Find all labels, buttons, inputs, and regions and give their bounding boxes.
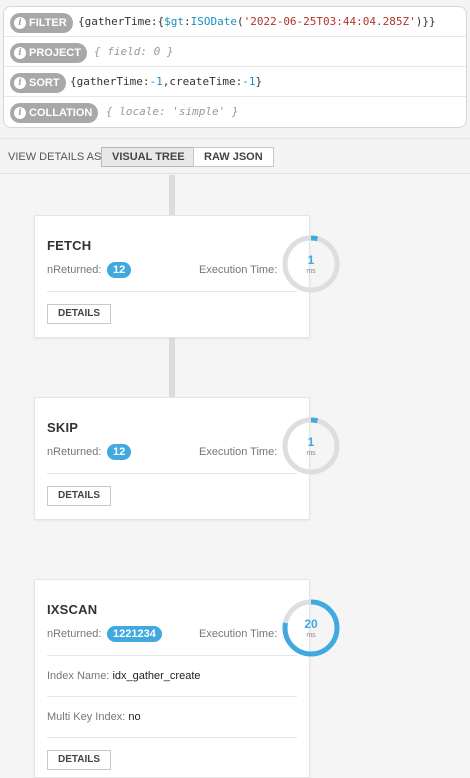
execution-time-gauge: 20 ms (281, 598, 341, 658)
execution-time-value: 20 (304, 617, 318, 631)
info-icon: i (14, 77, 26, 89)
visual-tree-button[interactable]: VISUAL TREE (101, 147, 196, 167)
info-icon: i (14, 17, 26, 29)
filter-row[interactable]: i FILTER {gatherTime:{$gt:ISODate('2022-0… (4, 7, 466, 37)
execution-time-label: Execution Time: (199, 264, 278, 276)
collation-label[interactable]: i COLLATION (10, 103, 99, 123)
stage-title: SKIP (47, 420, 79, 435)
nreturned-badge: 12 (107, 444, 132, 460)
details-button[interactable]: DETAILS (47, 304, 112, 324)
index-name-row: Index Name: idx_gather_create (47, 670, 201, 682)
index-name-value: idx_gather_create (112, 670, 201, 682)
nreturned-badge: 12 (107, 262, 132, 278)
raw-json-button[interactable]: RAW JSON (193, 147, 274, 167)
divider (47, 291, 297, 292)
tree-connector (169, 338, 175, 398)
filter-input[interactable]: {gatherTime:{$gt:ISODate('2022-06-25T03:… (78, 7, 436, 37)
sort-label[interactable]: i SORT (10, 73, 66, 93)
execution-time-unit: ms (306, 450, 316, 457)
execution-time-gauge: 1 ms (281, 416, 341, 476)
filter-label[interactable]: i FILTER (10, 13, 73, 33)
execution-time-value: 1 (307, 253, 315, 267)
nreturned-badge: 1221234 (107, 626, 162, 642)
multikey-value: no (128, 711, 141, 723)
sort-row[interactable]: i SORT {gatherTime:-1,createTime:-1} (4, 67, 466, 97)
stage-card-skip: SKIP nReturned: 12 Execution Time: 1 ms … (34, 397, 340, 520)
stage-title: FETCH (47, 238, 92, 253)
collation-row[interactable]: i COLLATION { locale: 'simple' } (4, 97, 466, 127)
divider (47, 655, 297, 656)
info-icon: i (14, 107, 26, 119)
explain-tree: FETCH nReturned: 12 Execution Time: 1 ms… (0, 175, 470, 778)
stage-title: IXSCAN (47, 602, 98, 617)
execution-time-unit: ms (306, 268, 316, 275)
view-details-label: VIEW DETAILS AS (8, 151, 102, 163)
nreturned-label: nReturned: (47, 628, 102, 640)
project-input[interactable]: { field: 0 } (94, 37, 173, 67)
stage-card-fetch: FETCH nReturned: 12 Execution Time: 1 ms… (34, 215, 340, 338)
query-bar: i FILTER {gatherTime:{$gt:ISODate('2022-0… (3, 6, 467, 128)
project-label[interactable]: i PROJECT (10, 43, 87, 63)
divider (47, 696, 297, 697)
execution-time-unit: ms (306, 632, 316, 639)
details-button[interactable]: DETAILS (47, 486, 112, 506)
divider (47, 737, 297, 738)
multikey-label: Multi Key Index: (47, 711, 126, 723)
tree-connector (169, 175, 175, 215)
divider (47, 473, 297, 474)
execution-time-value: 1 (307, 435, 315, 449)
info-icon: i (14, 47, 26, 59)
execution-time-label: Execution Time: (199, 628, 278, 640)
stage-card-ixscan: IXSCAN nReturned: 1221234 Execution Time… (34, 579, 340, 778)
execution-time-gauge: 1 ms (281, 234, 341, 294)
nreturned-label: nReturned: (47, 446, 102, 458)
index-name-label: Index Name: (47, 670, 110, 682)
details-button[interactable]: DETAILS (47, 750, 112, 770)
sort-input[interactable]: {gatherTime:-1,createTime:-1} (70, 67, 262, 97)
execution-time-label: Execution Time: (199, 446, 278, 458)
project-row[interactable]: i PROJECT { field: 0 } (4, 37, 466, 67)
multikey-row: Multi Key Index: no (47, 711, 141, 723)
view-toggle-bar: VIEW DETAILS AS VISUAL TREE RAW JSON (0, 138, 470, 174)
nreturned-label: nReturned: (47, 264, 102, 276)
collation-input[interactable]: { locale: 'simple' } (106, 97, 238, 127)
